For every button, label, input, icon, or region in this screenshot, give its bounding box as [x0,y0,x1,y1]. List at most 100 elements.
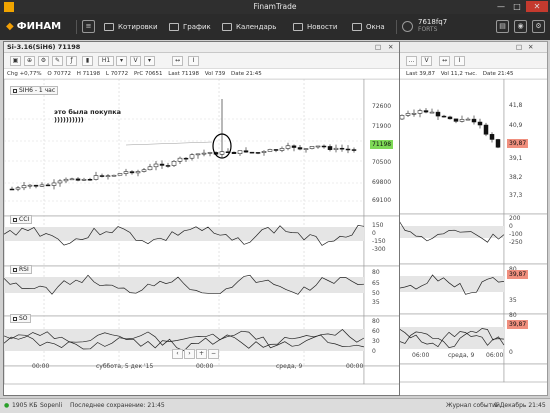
cci-color-icon [13,217,17,222]
candle-body [423,110,429,113]
chart-button[interactable]: График [169,18,211,36]
title-bar: FinamTrade — □ ✕ [0,0,550,14]
orders-icon[interactable]: ▤ [496,20,509,33]
maximize-button[interactable]: □ [510,1,524,12]
interval-dropdown[interactable]: ▾ [116,56,127,66]
secondary-info-row: Last 39,87 Vol 11,2 тыс. Date 21:45 [394,69,547,79]
so-tick: 60 [372,328,380,335]
chart-type-button[interactable]: ▮ [82,56,93,66]
close-icon[interactable]: ✕ [528,42,533,53]
status-datetime: 9 Декабрь 21:45 [494,402,546,409]
account-icon[interactable] [402,21,413,32]
volume-value: Vol 739 [204,71,226,77]
secondary-chart-header: □ ✕ [394,42,547,53]
so-tick: 0 [372,348,376,355]
close-icon[interactable]: ✕ [388,42,393,53]
candle-body [411,113,417,115]
candle-body [165,165,171,167]
maximize-icon[interactable]: □ [516,42,522,53]
so-tick: 0 [509,349,513,356]
chart-pane [394,79,505,215]
axis-pane [363,365,399,385]
candle-body [183,157,189,160]
account-selector[interactable]: 7618fq7 FORTS [418,18,447,34]
candle-body [459,119,465,122]
candle-body [99,175,105,177]
settings-icon[interactable]: ⚙ [532,20,545,33]
finam-logo: ◆ ФИНАМ [6,21,61,32]
news-icon [293,23,303,31]
x-tick: 00:00 [196,363,214,370]
y-tick: 40,9 [509,122,523,129]
link-button[interactable]: ▣ [10,56,21,66]
user-annotation[interactable]: это была покупка )))))))))) [54,108,121,124]
so-tick: 80 [509,312,517,319]
close-button[interactable]: ✕ [526,1,548,12]
zoom-in-icon[interactable]: + [196,349,207,359]
v-dropdown[interactable]: ▾ [144,56,155,66]
candle-body [279,148,285,151]
fit-height-button[interactable]: I [188,56,199,66]
x-tick: суббота, 5 дек '15 [96,363,154,370]
rsi-label-text: RSI [19,266,29,273]
indicator-button[interactable]: ƒ [66,56,77,66]
x-tick: 00:00 [346,363,364,370]
candle-body [207,152,213,154]
candle-body [153,163,159,168]
secondary-chart-canvas[interactable] [394,79,548,396]
y-tick: 71900 [372,123,392,130]
event-journal-link[interactable]: Журнал событий [446,399,500,413]
candle-body [273,149,279,151]
maximize-icon[interactable]: □ [375,42,381,53]
candle-body [435,111,441,117]
fit-width-button[interactable]: ↔ [439,56,450,66]
fit-width-button[interactable]: ↔ [172,56,183,66]
v-button[interactable]: V [421,56,432,66]
calendar-label: Календарь [236,23,277,31]
window-title: FinamTrade [253,2,297,11]
windows-button[interactable]: Окна [352,18,385,36]
app-window: FinamTrade — □ ✕ ◆ ФИНАМ ≡ Котировки Граф… [0,0,550,413]
y-tick: 41,8 [509,102,523,109]
candle-body [333,147,339,150]
menu-icon[interactable]: ≡ [82,20,95,33]
candle-body [57,180,63,184]
toolbar-divider [76,20,77,34]
scroll-right-icon[interactable]: › [184,349,195,359]
zoom-out-icon[interactable]: − [208,349,219,359]
fit-height-button[interactable]: I [454,56,465,66]
so-label-text: SO [19,315,28,322]
windows-label: Окна [366,23,385,31]
candle-body [45,184,51,187]
chart-pane [4,365,365,385]
quotes-button[interactable]: Котировки [104,18,158,36]
low-value: L 70772 [105,71,129,77]
minimize-button[interactable]: — [494,1,508,12]
candle-body [399,115,405,120]
interval-button[interactable]: H1 [98,56,114,66]
user-icon[interactable]: ◉ [514,20,527,33]
candle-body [321,145,327,148]
news-button[interactable]: Новости [293,18,337,36]
y-tick: 69800 [372,179,392,186]
candle-body [261,151,267,153]
pointer-button[interactable]: ⊕ [24,56,35,66]
chart-label: График [183,23,211,31]
draw-button[interactable]: ✎ [52,56,63,66]
candle-body [477,121,483,126]
settings-button[interactable]: ⚙ [38,56,49,66]
toolbar-divider [396,20,397,34]
finam-logo-text: ФИНАМ [16,21,62,32]
candle-body [117,173,123,176]
calendar-button[interactable]: Календарь [222,18,276,36]
status-bar: ● 1905 КБ Sopenli Последнее сохранение: … [0,398,550,413]
candle-body [327,146,333,150]
v-button[interactable]: V [130,56,141,66]
candle-body [495,139,501,148]
last-price-tag: 39,87 [507,139,529,148]
interval-button[interactable]: … [406,56,417,66]
scroll-left-icon[interactable]: ‹ [172,349,183,359]
candle-body [33,184,39,187]
high-value: H 71198 [76,71,101,77]
candle-body [297,147,303,150]
